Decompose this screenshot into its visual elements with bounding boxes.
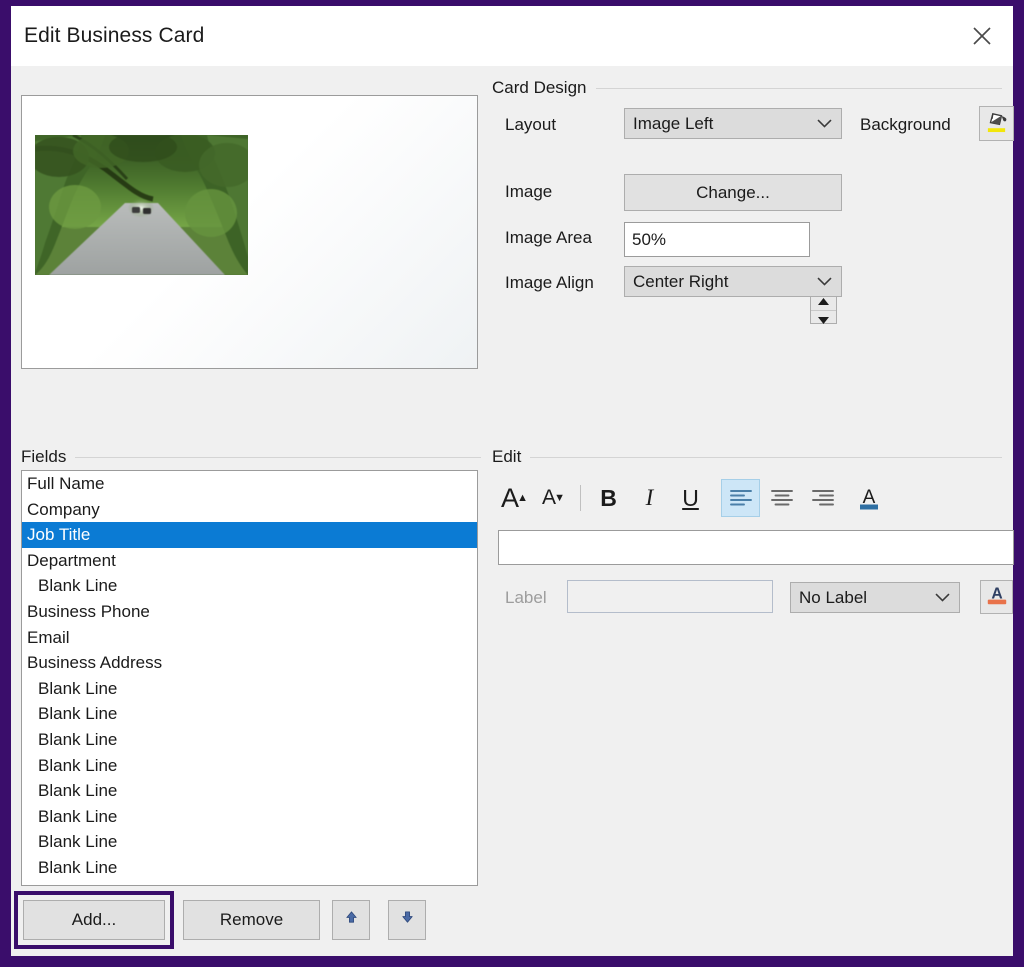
field-value-input[interactable] [498, 530, 1014, 565]
layout-row: Layout [505, 115, 556, 135]
edit-group-header: Edit [492, 447, 1002, 467]
fields-group-header: Fields [21, 447, 481, 467]
label-text-input[interactable] [567, 580, 773, 613]
card-design-label: Card Design [492, 78, 587, 97]
label-field-label: Label [505, 588, 547, 607]
align-center-icon[interactable] [762, 479, 801, 517]
group-divider [595, 87, 1002, 89]
business-card-preview [21, 95, 478, 369]
arrow-down-icon [400, 910, 415, 930]
field-list-item[interactable]: Blank Line [22, 753, 477, 779]
triangle-down-icon [818, 311, 829, 329]
image-row: Image [505, 182, 552, 202]
move-field-up-button[interactable] [332, 900, 370, 940]
toolbar-separator [580, 485, 581, 511]
field-list-item[interactable]: Blank Line [22, 778, 477, 804]
field-list-item[interactable]: Job Title [22, 522, 477, 548]
edit-business-card-dialog: Edit Business Card Card Design Layout Im… [11, 6, 1014, 956]
font-color-icon: A [985, 583, 1009, 612]
image-align-select[interactable]: Center Right [624, 266, 842, 297]
add-field-button[interactable]: Add... [23, 900, 165, 940]
page-title: Edit Business Card [24, 24, 205, 47]
chevron-down-icon [817, 118, 832, 128]
image-area-label: Image Area [505, 228, 592, 247]
label-font-color-button[interactable]: A [980, 580, 1013, 614]
dialog-titlebar: Edit Business Card [11, 6, 1013, 66]
close-icon [971, 25, 993, 47]
align-left-icon[interactable] [721, 479, 760, 517]
field-list-item[interactable]: Blank Line [22, 676, 477, 702]
image-area-row: Image Area [505, 228, 592, 248]
field-list-item[interactable]: Blank Line [22, 573, 477, 599]
field-list-item[interactable]: Blank Line [22, 829, 477, 855]
change-image-button[interactable]: Change... [624, 174, 842, 211]
chevron-down-icon [817, 276, 832, 286]
chevron-down-icon [935, 592, 950, 602]
grow-font-icon[interactable]: A ▲ [496, 479, 533, 517]
group-divider [530, 456, 1002, 458]
screen: Edit Business Card Card Design Layout Im… [0, 0, 1024, 967]
preview-photo [35, 135, 248, 275]
image-area-stepper-down[interactable] [811, 311, 836, 329]
image-align-select-value: Center Right [633, 271, 729, 291]
label-position-value: No Label [799, 587, 868, 607]
layout-select-value: Image Left [633, 113, 714, 133]
field-list-item[interactable]: Email [22, 625, 477, 651]
image-area-input[interactable]: 50% [624, 222, 810, 257]
group-divider [75, 456, 481, 458]
field-list-item[interactable]: Business Address [22, 650, 477, 676]
image-label: Image [505, 182, 553, 201]
font-color-icon[interactable]: A [849, 479, 888, 517]
edit-label: Edit [492, 447, 522, 466]
field-list-item[interactable]: Business Phone [22, 599, 477, 625]
shrink-font-icon[interactable]: A ▼ [535, 479, 572, 517]
move-field-down-button[interactable] [388, 900, 426, 940]
underline-icon[interactable]: U [671, 479, 710, 517]
background-color-button[interactable] [979, 106, 1014, 141]
paint-bucket-icon [985, 110, 1008, 138]
field-list-item[interactable]: Blank Line [22, 727, 477, 753]
dialog-body: Card Design Layout Image Left Background [11, 66, 1014, 956]
field-list-item[interactable]: Company [22, 497, 477, 523]
background-label: Background [860, 115, 951, 134]
label-position-select[interactable]: No Label [790, 582, 960, 613]
image-align-row: Image Align [505, 273, 594, 293]
close-button[interactable] [951, 6, 1013, 66]
field-list-item[interactable]: Department [22, 548, 477, 574]
formatting-toolbar: A ▲ A ▼ B I U A [496, 477, 890, 519]
italic-icon[interactable]: I [630, 479, 669, 517]
align-right-icon[interactable] [803, 479, 842, 517]
arrow-up-icon [344, 910, 359, 930]
card-design-group-header: Card Design [492, 78, 1002, 98]
background-row: Background [860, 115, 951, 135]
fields-label: Fields [21, 447, 67, 466]
field-list-item[interactable]: Full Name [22, 471, 477, 497]
layout-select[interactable]: Image Left [624, 108, 842, 139]
image-align-label: Image Align [505, 273, 594, 292]
remove-field-button[interactable]: Remove [183, 900, 320, 940]
field-list-item[interactable]: Blank Line [22, 804, 477, 830]
field-list-item[interactable]: Blank Line [22, 855, 477, 881]
layout-label: Layout [505, 115, 557, 134]
fields-listbox[interactable]: Full Name Company Job Title Department Blank… [21, 470, 478, 886]
bold-icon[interactable]: B [589, 479, 628, 517]
field-list-item[interactable]: Blank Line [22, 701, 477, 727]
